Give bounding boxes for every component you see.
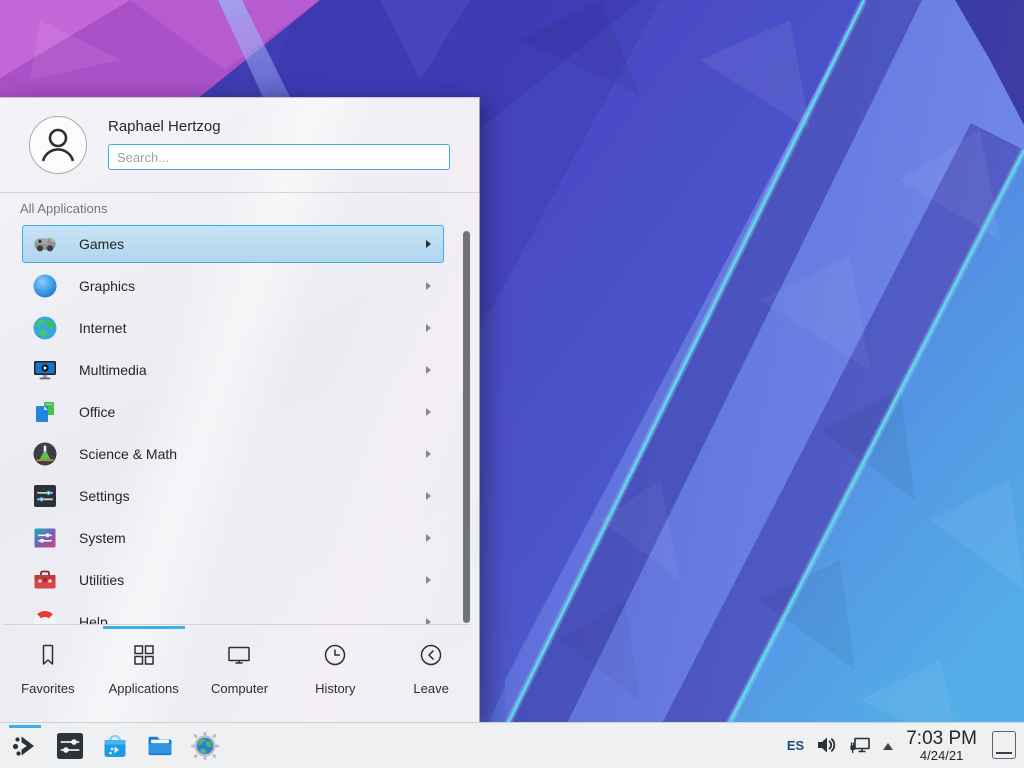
submenu-arrow-icon [426, 240, 431, 248]
category-label: Internet [79, 320, 126, 336]
digital-clock[interactable]: 7:03 PM 4/24/21 [906, 729, 977, 762]
discover-icon [99, 730, 131, 762]
category-label: Science & Math [79, 446, 177, 462]
category-item-science-math[interactable]: Science & Math [22, 435, 444, 473]
submenu-arrow-icon [426, 324, 431, 332]
help-icon [32, 609, 58, 624]
utilities-icon [32, 567, 58, 593]
history-icon [321, 641, 349, 669]
submenu-arrow-icon [426, 366, 431, 374]
submenu-arrow-icon [426, 408, 431, 416]
category-item-graphics[interactable]: Graphics [22, 267, 444, 305]
multimedia-icon [32, 357, 58, 383]
science-icon [32, 441, 58, 467]
tab-label: History [315, 681, 355, 696]
tab-applications[interactable]: Applications [96, 625, 192, 722]
category-item-multimedia[interactable]: Multimedia [22, 351, 444, 389]
favorites-icon [34, 641, 62, 669]
section-label: All Applications [20, 201, 107, 216]
office-icon [32, 399, 58, 425]
taskbar-panel: ES 7:03 PM 4/24/21 [0, 722, 1024, 768]
category-item-games[interactable]: Games [22, 225, 444, 263]
tab-history[interactable]: History [287, 625, 383, 722]
tab-label: Computer [211, 681, 268, 696]
system-icon [32, 525, 58, 551]
games-icon [32, 231, 58, 257]
category-label: Games [79, 236, 124, 252]
category-item-office[interactable]: Office [22, 393, 444, 431]
scrollbar-handle[interactable] [463, 231, 470, 623]
category-label: Settings [79, 488, 130, 504]
launcher-area [0, 730, 221, 762]
show-desktop-button[interactable] [992, 731, 1016, 759]
computer-icon [225, 641, 253, 669]
keyboard-layout-indicator[interactable]: ES [787, 738, 804, 753]
tab-favorites[interactable]: Favorites [0, 625, 96, 722]
settings-icon [32, 483, 58, 509]
kickoff-launcher-button[interactable] [9, 730, 41, 762]
category-item-system[interactable]: System [22, 519, 444, 557]
graphics-icon [32, 273, 58, 299]
category-label: Office [79, 404, 115, 420]
user-avatar-icon [28, 115, 88, 175]
category-label: Utilities [79, 572, 124, 588]
file-manager-button[interactable] [144, 730, 176, 762]
tray-expander-icon[interactable] [883, 743, 893, 750]
discover-button[interactable] [99, 730, 131, 762]
web-browser-button[interactable] [189, 730, 221, 762]
browser-icon [189, 730, 221, 762]
tab-leave[interactable]: Leave [383, 625, 479, 722]
system-tray: ES 7:03 PM 4/24/21 [787, 729, 1024, 762]
category-list: Games Graphics Internet Multimedia Office Sci… [22, 225, 444, 624]
category-item-help[interactable]: Help [22, 603, 444, 624]
tab-label: Applications [109, 681, 179, 696]
category-label: Graphics [79, 278, 135, 294]
user-name: Raphael Hertzog [108, 118, 221, 135]
category-label: Multimedia [79, 362, 147, 378]
desktop: Raphael Hertzog All Applications Games Gr… [0, 0, 1024, 768]
tab-label: Favorites [21, 681, 74, 696]
submenu-arrow-icon [426, 576, 431, 584]
category-item-internet[interactable]: Internet [22, 309, 444, 347]
tab-bar: Favorites Applications Computer History Leav… [0, 625, 479, 722]
dolphin-icon [144, 730, 176, 762]
internet-icon [32, 315, 58, 341]
clock-date: 4/24/21 [906, 749, 977, 763]
applications-icon [130, 641, 158, 669]
category-item-utilities[interactable]: Utilities [22, 561, 444, 599]
system-settings-button[interactable] [54, 730, 86, 762]
submenu-arrow-icon [426, 492, 431, 500]
category-label: Help [79, 614, 108, 624]
submenu-arrow-icon [426, 534, 431, 542]
search-input[interactable] [108, 144, 450, 170]
tab-label: Leave [413, 681, 448, 696]
category-label: System [79, 530, 126, 546]
tab-computer[interactable]: Computer [192, 625, 288, 722]
category-item-settings[interactable]: Settings [22, 477, 444, 515]
system-settings-icon [54, 730, 86, 762]
header-divider [0, 192, 479, 193]
application-launcher-menu: Raphael Hertzog All Applications Games Gr… [0, 97, 480, 722]
kickoff-icon [9, 730, 41, 762]
volume-icon[interactable] [815, 734, 837, 756]
submenu-arrow-icon [426, 282, 431, 290]
submenu-arrow-icon [426, 450, 431, 458]
clock-time: 7:03 PM [906, 729, 977, 749]
network-icon[interactable] [848, 733, 872, 757]
leave-icon [417, 641, 445, 669]
